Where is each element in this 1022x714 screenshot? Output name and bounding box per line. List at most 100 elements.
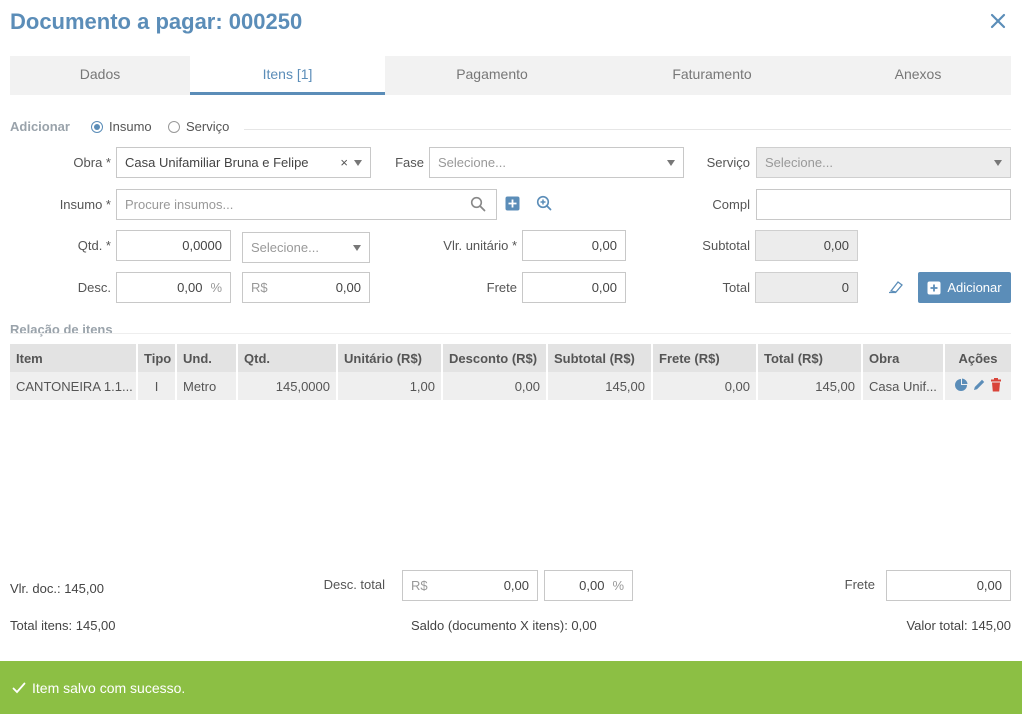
chevron-down-icon — [667, 160, 675, 166]
desc-total-label: Desc. total — [323, 577, 385, 592]
plus-square-icon — [927, 281, 941, 294]
cell-frete: 0,00 — [652, 372, 758, 400]
radio-insumo[interactable]: Insumo — [91, 119, 152, 134]
col-header-und[interactable]: Und. — [176, 344, 238, 372]
cell-acoes — [944, 372, 1011, 400]
col-header-subtotal[interactable]: Subtotal (R$) — [547, 344, 653, 372]
desc-label: Desc. — [77, 280, 111, 295]
desc-pct-input[interactable]: 0,00 % — [116, 272, 231, 303]
tab-pagamento[interactable]: Pagamento — [385, 56, 599, 95]
table-header-row: Item Tipo Und. Qtd. Unitário (R$) Descon… — [10, 344, 1011, 372]
cell-qtd: 145,0000 — [237, 372, 338, 400]
qtd-value: 0,0000 — [182, 238, 222, 253]
add-insumo-icon[interactable] — [505, 196, 520, 214]
insumo-label: Insumo * — [59, 197, 111, 212]
col-header-tipo[interactable]: Tipo — [137, 344, 177, 372]
saldo-text: Saldo (documento X itens): 0,00 — [411, 618, 597, 633]
col-header-qtd[interactable]: Qtd. — [237, 344, 338, 372]
search-icon[interactable] — [470, 196, 486, 215]
vlr-doc-text: Vlr. doc.: 145,00 — [10, 581, 104, 596]
qtd-input[interactable]: 0,0000 — [116, 230, 231, 261]
chevron-down-icon — [354, 160, 362, 166]
percent-suffix: % — [210, 280, 222, 295]
unit-placeholder: Selecione... — [251, 240, 319, 255]
tab-dados[interactable]: Dados — [10, 56, 190, 95]
fase-placeholder: Selecione... — [438, 155, 506, 170]
search-plus-icon[interactable] — [536, 195, 552, 214]
obra-select[interactable]: Casa Unifamiliar Bruna e Felipe × — [116, 147, 371, 178]
total-field: 0 — [755, 272, 858, 303]
desc-total-pct-value: 0,00 — [579, 578, 605, 593]
frete-value: 0,00 — [591, 280, 617, 295]
servico-select[interactable]: Selecione... — [756, 147, 1011, 178]
insumo-search-input[interactable]: Procure insumos... — [116, 189, 497, 220]
edit-pencil-icon[interactable] — [972, 378, 986, 395]
compl-label: Compl — [712, 197, 750, 212]
tab-itens[interactable]: Itens [1] — [190, 56, 385, 95]
footer-frete-value: 0,00 — [976, 578, 1002, 593]
col-header-total[interactable]: Total (R$) — [757, 344, 863, 372]
currency-prefix: R$ — [251, 280, 268, 295]
radio-selected-icon — [91, 120, 103, 133]
compl-input[interactable] — [756, 189, 1011, 220]
col-header-frete[interactable]: Frete (R$) — [652, 344, 758, 372]
toast-message: Item salvo com sucesso. — [32, 679, 186, 696]
unit-select[interactable]: Selecione... — [242, 232, 370, 263]
footer-frete-input[interactable]: 0,00 — [886, 570, 1011, 601]
fase-select[interactable]: Selecione... — [429, 147, 684, 178]
col-header-desconto[interactable]: Desconto (R$) — [442, 344, 548, 372]
section-adicionar: Adicionar — [10, 119, 70, 134]
servico-label: Serviço — [706, 155, 750, 170]
cell-unitario: 1,00 — [337, 372, 443, 400]
desc-total-value-input[interactable]: R$ 0,00 — [402, 570, 538, 601]
add-item-button[interactable]: Adicionar — [918, 272, 1011, 303]
obra-value: Casa Unifamiliar Bruna e Felipe — [125, 155, 309, 170]
vlr-unitario-input[interactable]: 0,00 — [522, 230, 626, 261]
vlr-unitario-value: 0,00 — [591, 238, 617, 253]
cell-und: Metro — [176, 372, 238, 400]
page-title: Documento a pagar: 000250 — [10, 9, 303, 34]
divider — [10, 333, 1011, 334]
valor-total-text: Valor total: 145,00 — [906, 618, 1011, 633]
radio-insumo-label: Insumo — [109, 119, 152, 134]
frete-label: Frete — [486, 280, 517, 295]
items-table: Item Tipo Und. Qtd. Unitário (R$) Descon… — [10, 344, 1011, 400]
tab-bar: Dados Itens [1] Pagamento Faturamento An… — [10, 56, 1011, 95]
desc-value: 0,00 — [335, 280, 361, 295]
frete-input[interactable]: 0,00 — [522, 272, 626, 303]
desc-total-value: 0,00 — [503, 578, 529, 593]
obra-label: Obra * — [73, 155, 111, 170]
cell-desconto: 0,00 — [442, 372, 548, 400]
total-itens-text: Total itens: 145,00 — [10, 618, 116, 633]
currency-prefix: R$ — [411, 578, 428, 593]
pie-chart-icon[interactable] — [954, 378, 968, 395]
radio-servico-label: Serviço — [186, 119, 230, 134]
desc-total-pct-input[interactable]: 0,00 % — [544, 570, 633, 601]
clear-icon[interactable]: × — [340, 155, 348, 170]
tab-anexos[interactable]: Anexos — [825, 56, 1011, 95]
cell-obra: Casa Unif... — [862, 372, 945, 400]
section-relacao-itens: Relação de itens — [10, 322, 113, 337]
col-header-item[interactable]: Item — [10, 344, 138, 372]
servico-placeholder: Selecione... — [765, 155, 833, 170]
trash-icon[interactable] — [990, 377, 1002, 395]
vlr-unitario-label: Vlr. unitário * — [443, 238, 517, 253]
cell-subtotal: 145,00 — [547, 372, 653, 400]
close-icon[interactable] — [988, 10, 1008, 32]
tab-faturamento[interactable]: Faturamento — [599, 56, 825, 95]
divider — [244, 129, 1011, 130]
eraser-icon[interactable] — [888, 280, 904, 297]
chevron-down-icon — [994, 160, 1002, 166]
qtd-label: Qtd. * — [77, 238, 111, 253]
col-header-obra[interactable]: Obra — [862, 344, 945, 372]
table-row[interactable]: CANTONEIRA 1.1... I Metro 145,0000 1,00 … — [10, 372, 1011, 400]
subtotal-value: 0,00 — [823, 238, 849, 253]
col-header-unitario[interactable]: Unitário (R$) — [337, 344, 443, 372]
total-label: Total — [722, 280, 750, 295]
radio-unselected-icon — [168, 120, 180, 133]
desc-pct-value: 0,00 — [177, 280, 203, 295]
radio-servico[interactable]: Serviço — [168, 119, 229, 134]
footer-frete-label: Frete — [844, 577, 875, 592]
cell-item: CANTONEIRA 1.1... — [10, 372, 138, 400]
desc-value-input[interactable]: R$ 0,00 — [242, 272, 370, 303]
